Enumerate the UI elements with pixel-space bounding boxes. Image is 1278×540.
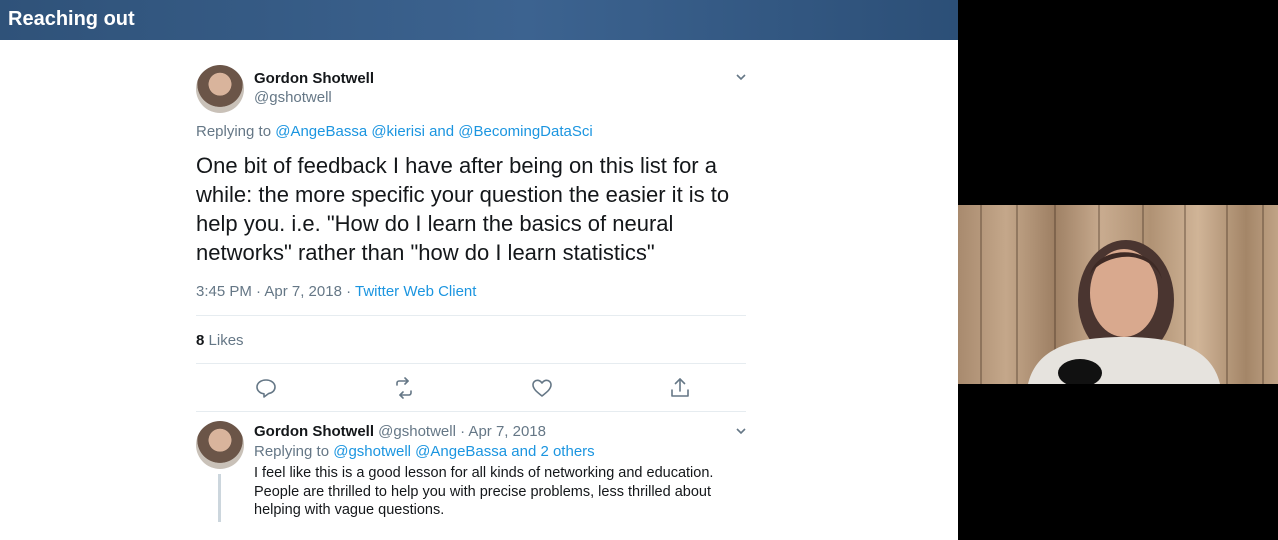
slide: Reaching out Gordon Shotwell @gshotwell … [0,0,958,540]
reply-replying-to-label: Replying to [254,443,330,460]
divider [196,363,746,364]
reply-author-name[interactable]: Gordon Shotwell [254,423,374,440]
chevron-down-icon[interactable] [735,424,747,440]
slide-title: Reaching out [8,8,135,30]
reply-text: I feel like this is a good lesson for al… [254,465,714,518]
slide-header: Reaching out [0,0,958,40]
likes-label: Likes [208,332,244,349]
replying-to-label: Replying to [196,123,272,140]
reply-handle-date[interactable]: @gshotwell · Apr 7, 2018 [378,423,546,440]
author-name[interactable]: Gordon Shotwell [254,70,374,87]
likes-count[interactable]: 8 Likes [196,332,244,349]
replying-to: Replying to @AngeBassa @kierisi and @Bec… [196,123,593,140]
chevron-down-icon[interactable] [735,70,747,86]
tweet-client[interactable]: Twitter Web Client [355,283,476,300]
author-handle[interactable]: @gshotwell [254,89,332,106]
thread-line [218,474,221,522]
presenter-silhouette [1028,240,1220,384]
tweet-meta: 3:45 PM · Apr 7, 2018 · Twitter Web Clie… [196,283,476,300]
like-icon[interactable] [530,376,554,400]
tweet-timestamp[interactable]: 3:45 PM · Apr 7, 2018 · [196,283,351,300]
reply-icon[interactable] [254,376,278,400]
retweet-icon[interactable] [392,376,416,400]
replying-to-links[interactable]: @AngeBassa @kierisi and @BecomingDataSci [275,123,593,140]
avatar[interactable] [196,65,244,113]
reply-replying-to-links[interactable]: @gshotwell @AngeBassa and 2 others [333,443,594,460]
reply-avatar[interactable] [196,421,244,469]
tweet-text: One bit of feedback I have after being o… [196,153,730,265]
reply-header: Gordon Shotwell @gshotwell · Apr 7, 2018 [254,423,546,440]
reply-replying-to: Replying to @gshotwell @AngeBassa and 2 … [254,443,595,460]
share-icon[interactable] [668,376,692,400]
divider [196,411,746,412]
divider [196,315,746,316]
likes-number: 8 [196,332,205,349]
webcam-feed [958,205,1278,384]
